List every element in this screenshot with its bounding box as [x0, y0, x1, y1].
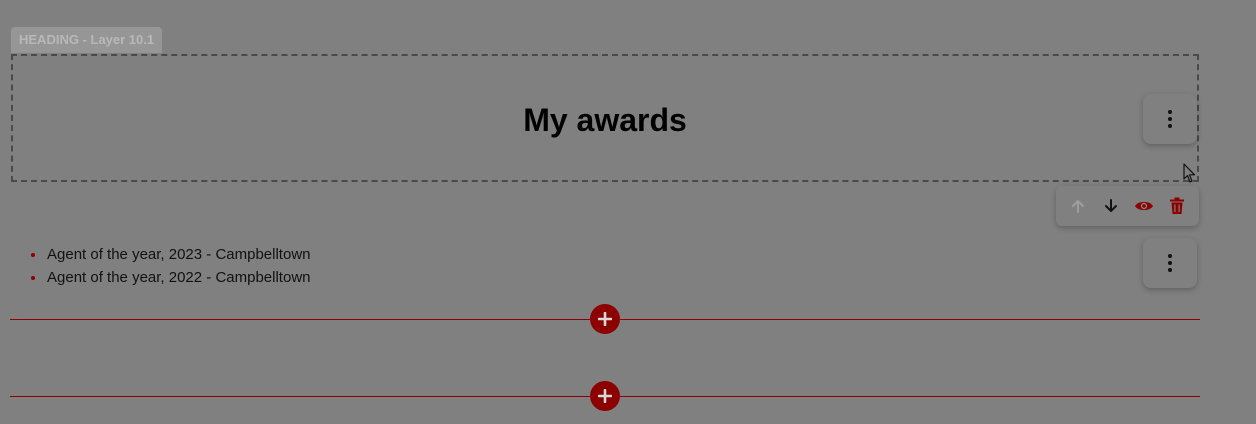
- plus-icon: [598, 312, 612, 326]
- trash-icon: [1169, 197, 1184, 214]
- page-title: My awards: [523, 102, 687, 138]
- list-item: Agent of the year, 2023 - Campbelltown: [31, 243, 311, 266]
- move-up-button[interactable]: [1064, 192, 1092, 220]
- list-item: Agent of the year, 2022 - Campbelltown: [31, 266, 311, 289]
- add-block-button[interactable]: [590, 381, 620, 411]
- layer-tag: HEADING - Layer 10.1: [11, 27, 163, 53]
- mouse-cursor-icon: [1183, 163, 1196, 183]
- more-vertical-icon: [1168, 254, 1172, 272]
- eye-icon: [1134, 201, 1153, 211]
- block-toolbar: [1056, 186, 1199, 226]
- delete-button[interactable]: [1163, 192, 1191, 220]
- toggle-visibility-button[interactable]: [1130, 192, 1158, 220]
- plus-icon: [598, 389, 612, 403]
- move-down-button[interactable]: [1097, 192, 1125, 220]
- add-block-button[interactable]: [590, 304, 620, 334]
- awards-list: Agent of the year, 2023 - Campbelltown A…: [29, 243, 311, 289]
- arrow-down-icon: [1105, 199, 1118, 212]
- heading-block-selected[interactable]: My awards: [11, 54, 1199, 182]
- heading-more-options-button[interactable]: [1143, 94, 1197, 144]
- more-vertical-icon: [1168, 110, 1172, 128]
- arrow-up-icon: [1072, 200, 1085, 213]
- list-more-options-button[interactable]: [1143, 238, 1197, 288]
